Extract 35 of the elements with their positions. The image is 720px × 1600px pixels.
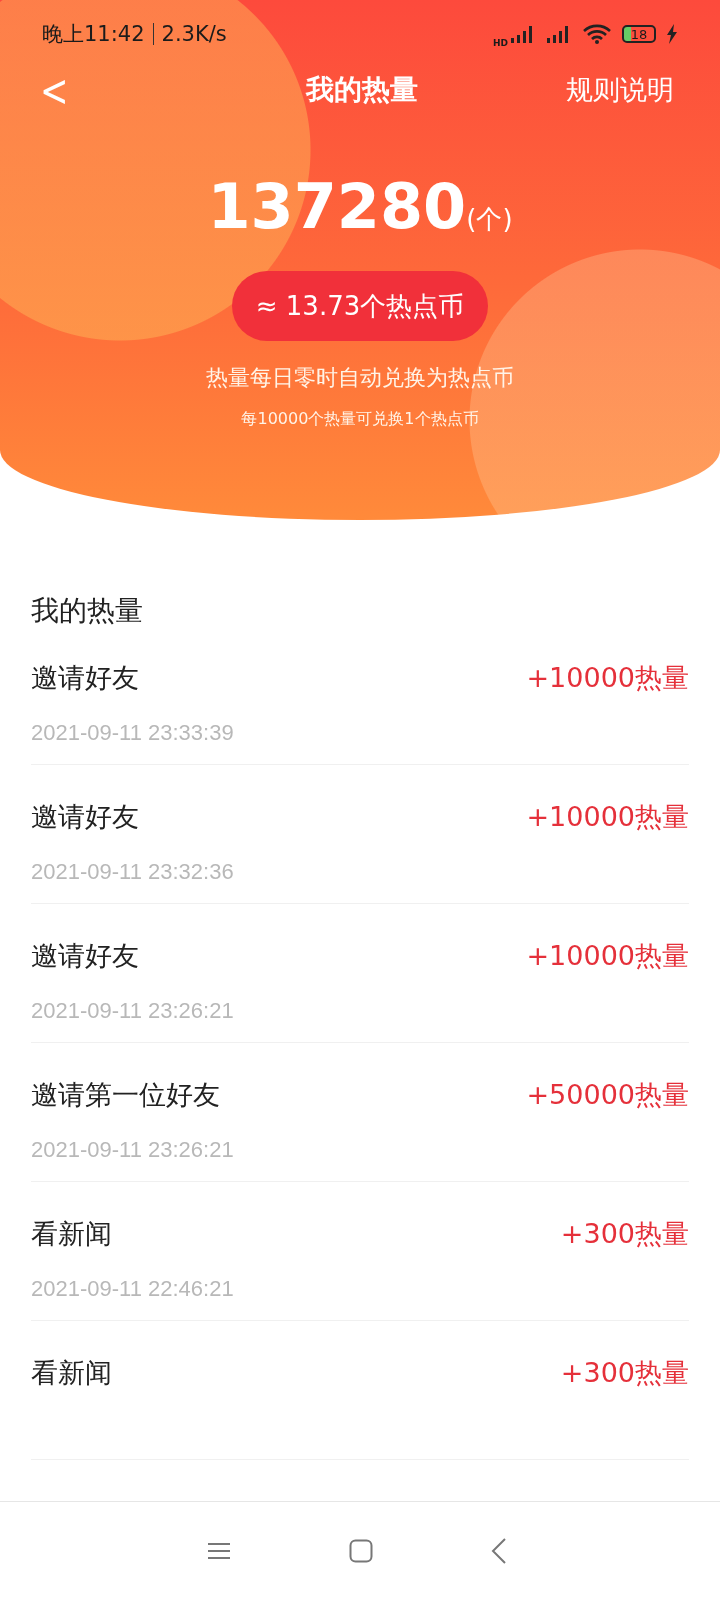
exchange-note: 热量每日零时自动兑换为热点币 xyxy=(206,364,514,392)
record-title: 看新闻 xyxy=(31,1356,112,1390)
back-nav-button[interactable] xyxy=(491,1538,507,1564)
record-time: 2021-09-11 23:26:21 xyxy=(31,998,235,1024)
status-time: 晚上11:42 xyxy=(42,21,145,48)
record-title: 邀请好友 xyxy=(31,800,139,834)
menu-button[interactable] xyxy=(207,1541,231,1561)
record-time: 2021-09-11 22:46:21 xyxy=(31,1276,235,1302)
record-title: 邀请第一位好友 xyxy=(31,1078,220,1112)
battery-icon: 18 xyxy=(622,25,656,43)
record-time: 2021-09-11 23:33:39 xyxy=(31,720,235,746)
heat-amount: 137280 xyxy=(207,170,467,243)
record-amount: +10000热量 xyxy=(526,939,689,973)
home-button[interactable] xyxy=(349,1539,373,1563)
record-amount: +300热量 xyxy=(560,1217,689,1251)
amount-unit: (个) xyxy=(466,203,513,236)
network-speed: 2.3K/s xyxy=(161,22,227,46)
hd-label: HD xyxy=(493,38,508,48)
page-title: 我的热量 xyxy=(306,72,419,108)
record-title: 邀请好友 xyxy=(31,939,139,973)
coin-estimate[interactable]: ≈ 13.73个热点币 xyxy=(231,271,489,341)
record-time: 2021-09-11 23:26:21 xyxy=(31,1137,235,1163)
section-title: 我的热量 xyxy=(30,593,144,626)
record-amount: +50000热量 xyxy=(526,1078,689,1112)
charging-icon xyxy=(666,24,678,44)
record-time: 2021-09-11 23:32:36 xyxy=(31,859,235,885)
record-title: 看新闻 xyxy=(31,1217,112,1251)
exchange-rate: 每10000个热量可兑换1个热点币 xyxy=(241,409,479,430)
wifi-icon xyxy=(582,23,612,45)
record-amount: +300热量 xyxy=(560,1356,689,1390)
record-amount: +10000热量 xyxy=(526,800,689,834)
back-button[interactable]: < xyxy=(40,64,69,116)
rules-link[interactable]: 规则说明 xyxy=(566,72,674,108)
record-title: 邀请好友 xyxy=(31,661,139,695)
record-amount: +10000热量 xyxy=(526,661,689,695)
